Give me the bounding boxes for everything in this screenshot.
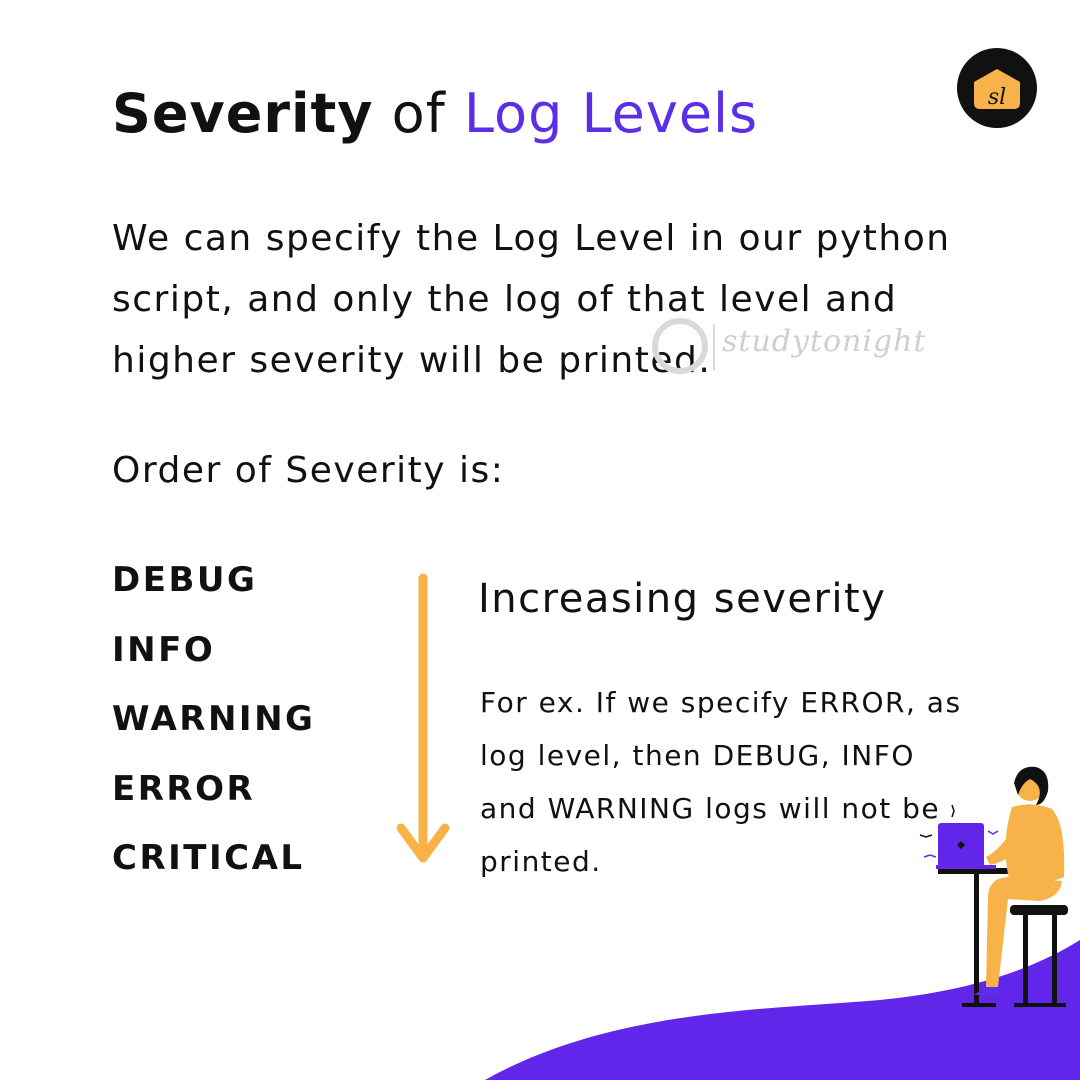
watermark-text: studytonight (722, 324, 927, 359)
log-level-list: DEBUG INFO WARNING ERROR CRITICAL (112, 560, 315, 908)
watermark-logo (652, 318, 715, 374)
title-accent: Log Levels (463, 82, 759, 145)
log-level-error: ERROR (112, 768, 256, 809)
log-level-critical: CRITICAL (112, 838, 305, 878)
log-level-debug: DEBUG (112, 560, 258, 600)
intro-paragraph: We can specify the Log Level in our pyth… (112, 218, 951, 381)
page-title: Severity of Log Levels (112, 82, 758, 145)
increasing-severity-label: Increasing severity (478, 576, 887, 622)
svg-text:sl: sl (988, 85, 1006, 110)
arrow-down-icon (396, 573, 450, 863)
order-label: Order of Severity is: (112, 450, 505, 491)
title-middle: of (373, 82, 464, 145)
studytonight-logo: sl (957, 48, 1037, 128)
log-level-info: INFO (112, 629, 216, 670)
person-laptop-illustration (919, 766, 1068, 1007)
log-level-warning: WARNING (112, 699, 316, 739)
title-bold: Severity (112, 82, 374, 145)
